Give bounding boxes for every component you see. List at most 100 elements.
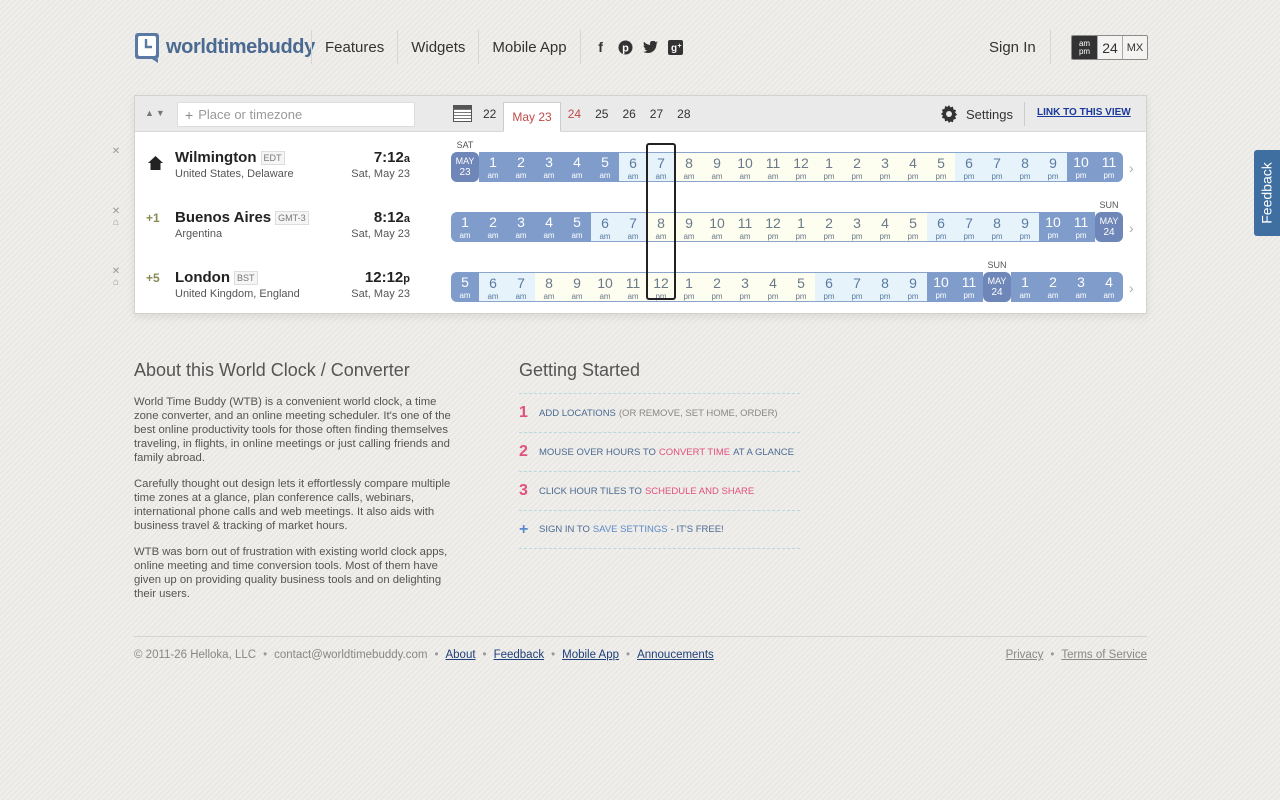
hour-tile[interactable]: 3 am [507,212,535,242]
footer-link-privacy[interactable]: Privacy [1006,649,1044,661]
hour-tile[interactable]: 10 am [731,152,759,182]
format-mx-button[interactable]: MX [1122,36,1147,59]
hour-tile[interactable]: 5 pm [899,212,927,242]
hour-tile[interactable]: 10 pm [1067,152,1095,182]
hour-tile[interactable]: 5 pm [927,152,955,182]
hour-tile[interactable]: 7 pm [843,272,871,302]
footer-link-about[interactable]: About [445,649,475,661]
date-may-23[interactable]: May 23 [503,102,561,132]
hour-tile[interactable]: 9 pm [1039,152,1067,182]
chevron-right-icon[interactable]: › [1129,160,1134,176]
hour-tile[interactable]: 8 pm [983,212,1011,242]
hour-tile[interactable]: 12 pm [759,212,787,242]
hour-tile[interactable]: 11 pm [955,272,983,302]
googleplus-icon[interactable]: g + [668,39,684,55]
hour-tile[interactable]: 11 pm [1067,212,1095,242]
chevron-right-icon[interactable]: › [1129,220,1134,236]
nav-features[interactable]: Features [312,39,397,56]
place-search-input[interactable] [198,107,399,122]
remove-row-icon[interactable]: ✕ ⌂ [110,266,122,288]
hour-tile[interactable]: 4 pm [759,272,787,302]
hour-tile[interactable]: 6 am [479,272,507,302]
contact-email[interactable]: contact@worldtimebuddy.com [274,649,427,661]
hour-tile[interactable]: 1 am [1011,272,1039,302]
hour-tile[interactable]: 4 pm [899,152,927,182]
date-26[interactable]: 26 [615,96,642,132]
hour-tile[interactable]: 2 pm [843,152,871,182]
nav-widgets[interactable]: Widgets [398,39,478,56]
hour-tile[interactable]: 2 am [507,152,535,182]
hour-tile[interactable]: 10 pm [927,272,955,302]
hour-tile[interactable]: 1 pm [675,272,703,302]
hour-tile[interactable]: 11 am [619,272,647,302]
hour-tile[interactable]: 7 am [647,152,675,182]
hour-tile[interactable]: 11 am [759,152,787,182]
format-ampm-button[interactable]: am pm [1072,36,1097,59]
hour-tile[interactable]: 3 pm [843,212,871,242]
hour-tile[interactable]: 5 am [563,212,591,242]
hour-tile[interactable]: 8 am [647,212,675,242]
date-25[interactable]: 25 [588,96,615,132]
hour-tile[interactable]: 7 am [619,212,647,242]
hour-tile[interactable]: 4 am [1095,272,1123,302]
hour-tile[interactable]: 8 pm [1011,152,1039,182]
pinterest-icon[interactable]: p [618,39,634,55]
chevron-right-icon[interactable]: › [1129,280,1134,296]
link-to-view[interactable]: LINK TO THIS VIEW [1037,107,1131,118]
hour-tile[interactable]: 6 am [591,212,619,242]
hour-tile[interactable]: 1 pm [815,152,843,182]
date-tile[interactable]: MAY 24 [983,272,1011,302]
sort-arrows-icon[interactable]: ▲▼ [145,108,167,118]
hour-tile[interactable]: 5 am [591,152,619,182]
date-tile[interactable]: MAY 23 [451,152,479,182]
format-24-button[interactable]: 24 [1097,36,1122,59]
date-tile[interactable]: MAY 24 [1095,212,1123,242]
hour-tile[interactable]: 10 am [591,272,619,302]
hour-tile[interactable]: 2 pm [703,272,731,302]
hour-tile[interactable]: 3 am [1067,272,1095,302]
hour-tile[interactable]: 8 pm [871,272,899,302]
footer-link-terms[interactable]: Terms of Service [1061,649,1147,661]
step-sign-in[interactable]: + SIGN IN TO SAVE SETTINGS - IT'S FREE! [519,510,800,549]
remove-row-icon[interactable]: ✕ [110,146,122,157]
hour-tile[interactable]: 11 am [731,212,759,242]
date-27[interactable]: 27 [643,96,670,132]
hour-tile[interactable]: 2 am [1039,272,1067,302]
home-icon[interactable] [148,156,163,170]
footer-link-feedback[interactable]: Feedback [494,649,545,661]
twitter-icon[interactable] [643,39,659,55]
hour-tile[interactable]: 6 pm [927,212,955,242]
hour-tile[interactable]: 5 pm [787,272,815,302]
date-24[interactable]: 24 [561,96,588,132]
hour-tile[interactable]: 1 am [479,152,507,182]
settings-button[interactable]: Settings [940,105,1013,123]
hour-tile[interactable]: 2 pm [815,212,843,242]
hour-tile[interactable]: 9 am [703,152,731,182]
calendar-icon[interactable] [453,105,472,122]
hour-tile[interactable]: 6 am [619,152,647,182]
hour-tile[interactable]: 4 pm [871,212,899,242]
date-28[interactable]: 28 [670,96,697,132]
footer-link-announcements[interactable]: Annoucements [637,649,714,661]
sign-in-link[interactable]: Sign In [989,30,1036,64]
hour-tile[interactable]: 1 pm [787,212,815,242]
hour-tile[interactable]: 3 pm [871,152,899,182]
feedback-tab[interactable]: Feedback [1254,150,1280,236]
hour-tile[interactable]: 4 am [535,212,563,242]
hour-tile[interactable]: 8 am [675,152,703,182]
facebook-icon[interactable]: f [593,39,609,55]
hour-tile[interactable]: 5 am [451,272,479,302]
hour-tile[interactable]: 9 pm [1011,212,1039,242]
remove-row-icon[interactable]: ✕ ⌂ [110,206,122,228]
hour-tile[interactable]: 7 pm [955,212,983,242]
hour-tile[interactable]: 11 pm [1095,152,1123,182]
hour-tile[interactable]: 3 pm [731,272,759,302]
hour-tile[interactable]: 7 am [507,272,535,302]
hour-tile[interactable]: 9 am [675,212,703,242]
hour-tile[interactable]: 3 am [535,152,563,182]
hour-tile[interactable]: 6 pm [815,272,843,302]
hour-tile[interactable]: 10 am [703,212,731,242]
hour-tile[interactable]: 4 am [563,152,591,182]
hour-tile[interactable]: 12 pm [647,272,675,302]
hour-tile[interactable]: 6 pm [955,152,983,182]
